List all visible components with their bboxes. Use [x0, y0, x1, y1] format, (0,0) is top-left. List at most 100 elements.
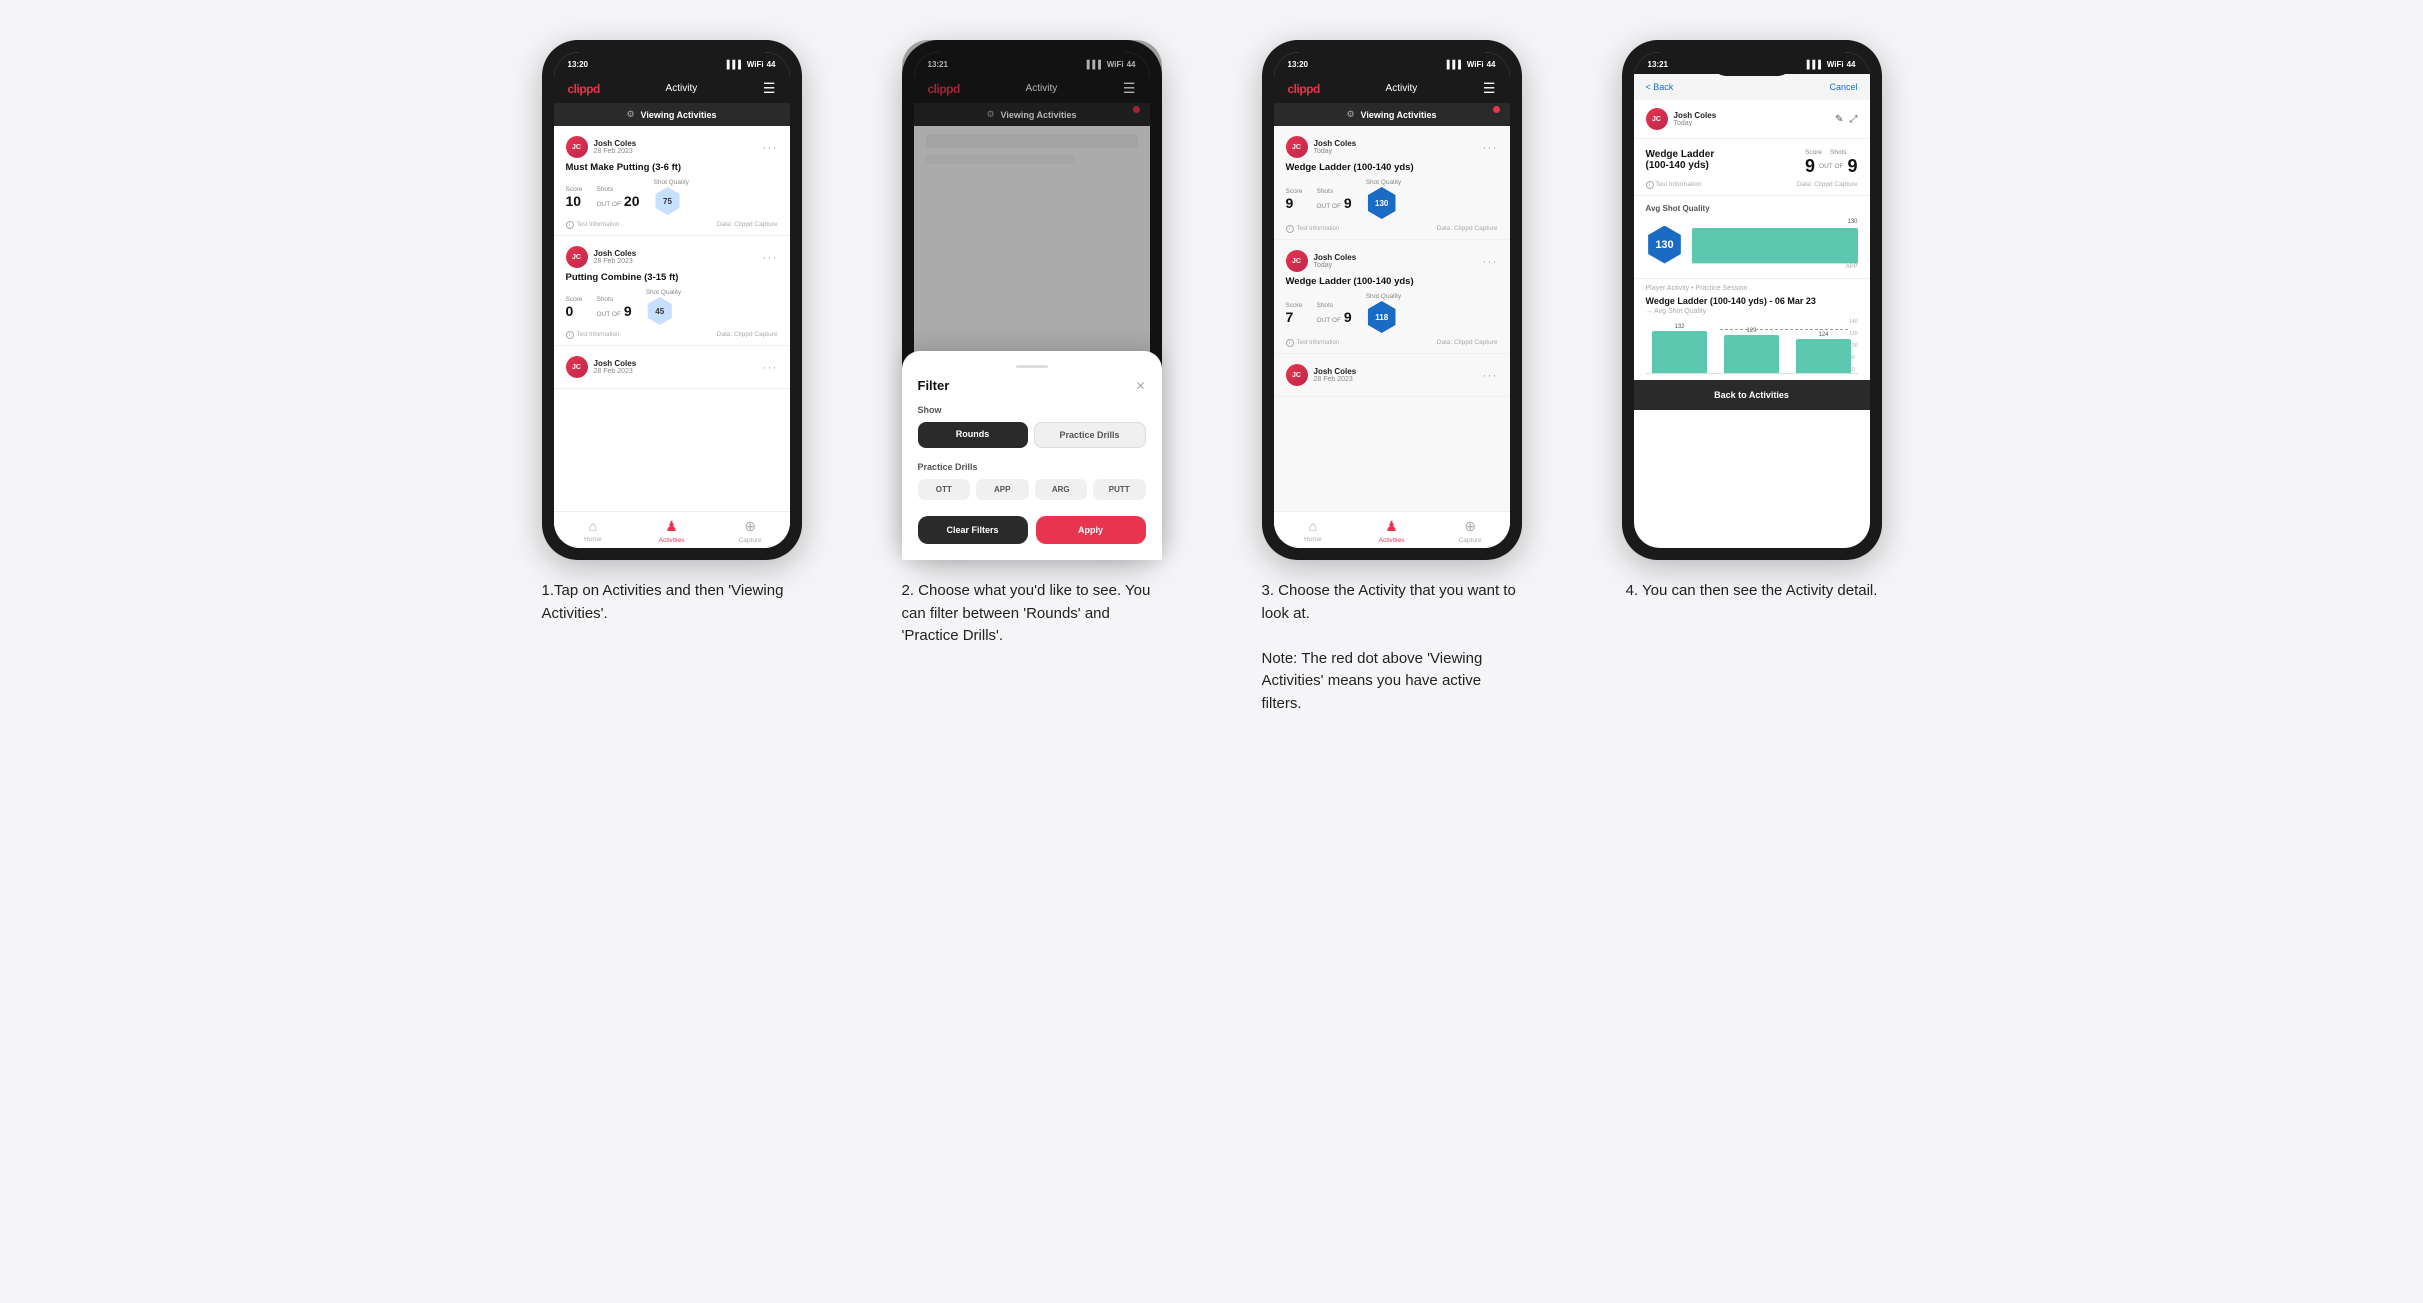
- nav-logo-3: clippd: [1288, 82, 1320, 96]
- card-dots-3-1[interactable]: ···: [1483, 140, 1498, 154]
- quality-label-3-1: Shot Quality: [1366, 179, 1401, 186]
- filter-sheet-2: Filter ✕ Show Rounds Practice Drills Pra…: [914, 351, 1150, 548]
- activity-card-1-1[interactable]: JC Josh Coles 28 Feb 2023 ··· Must Make …: [554, 126, 790, 236]
- bottom-nav-home-1[interactable]: ⌂ Home: [554, 512, 633, 548]
- page-container: 13:20 ▌▌▌ WiFi 44 clippd Activity ☰ ⚙: [512, 40, 1912, 715]
- card-title-1-2: Putting Combine (3-15 ft): [566, 272, 778, 283]
- red-dot-3: [1493, 106, 1500, 113]
- filter-icon-1: ⚙: [626, 109, 634, 120]
- cancel-btn-4[interactable]: Cancel: [1829, 82, 1857, 92]
- shots-value-1-1: 20: [624, 194, 640, 208]
- drill-ott-2[interactable]: OTT: [918, 479, 971, 500]
- detail-data-capture-4: Data: Clippd Capture: [1797, 181, 1858, 189]
- phone-2: 13:21 ▌▌▌ WiFi 44 clippd Activity ☰ ⚙: [902, 40, 1162, 560]
- detail-header-4: < Back Cancel: [1634, 74, 1870, 100]
- signal-icon-4: ▌▌▌: [1807, 60, 1824, 69]
- activities-icon-3: ♟: [1385, 518, 1398, 535]
- step-4-desc: 4. You can then see the Activity detail.: [1626, 580, 1878, 603]
- score-group-3-1: Score 9: [1286, 188, 1303, 210]
- drill-putt-2[interactable]: PUTT: [1093, 479, 1146, 500]
- card-dots-3-2[interactable]: ···: [1483, 254, 1498, 268]
- user-info-3-1: Josh Coles Today: [1314, 139, 1357, 155]
- detail-chart-section-4: Avg Shot Quality 130 130 APP: [1634, 196, 1870, 278]
- filter-handle-2: [1016, 365, 1048, 368]
- capture-label-3: Capture: [1459, 537, 1482, 544]
- shots-outof-3-2: OUT OF: [1316, 317, 1340, 324]
- viewing-bar-text-3: Viewing Activities: [1361, 110, 1437, 120]
- card-footer-1-2: i Test Information Data: Clippd Capture: [566, 331, 778, 339]
- quality-group-1-1: Shot Quality 75: [654, 179, 689, 215]
- bottom-nav-activities-1[interactable]: ♟ Activities: [632, 512, 711, 548]
- quality-hex-3-2: 118: [1366, 301, 1398, 333]
- user-date-3-1: Today: [1314, 148, 1357, 155]
- test-info-3-1: i Test Information: [1286, 225, 1340, 233]
- user-name-3-1: Josh Coles: [1314, 139, 1357, 148]
- filter-title-2: Filter: [918, 378, 950, 393]
- detail-user-name-4: Josh Coles: [1674, 111, 1717, 120]
- nav-menu-1[interactable]: ☰: [763, 80, 776, 97]
- data-info-3-1: Data: Clippd Capture: [1437, 225, 1498, 233]
- shots-group-1-1: Shots OUT OF 20: [596, 186, 639, 208]
- score-value-3-1: 9: [1286, 196, 1303, 210]
- phone-3-inner: 13:20 ▌▌▌ WiFi 44 clippd Activity ☰ ⚙: [1274, 52, 1510, 548]
- card-title-3-1: Wedge Ladder (100-140 yds): [1286, 162, 1498, 173]
- quality-group-3-1: Shot Quality 130: [1366, 179, 1401, 219]
- detail-mini-chart-4: 130 APP: [1692, 219, 1858, 270]
- bottom-nav-capture-3[interactable]: ⊕ Capture: [1431, 512, 1510, 548]
- activity-card-1-2[interactable]: JC Josh Coles 28 Feb 2023 ··· Putting Co…: [554, 236, 790, 346]
- show-toggle-row-2: Rounds Practice Drills: [918, 422, 1146, 448]
- detail-session-title-4: Wedge Ladder (100-140 yds) - 06 Mar 23: [1646, 296, 1858, 306]
- quality-hex-1-2: 45: [646, 297, 674, 325]
- step-2-desc: 2. Choose what you'd like to see. You ca…: [902, 580, 1162, 648]
- show-label-2: Show: [918, 405, 1146, 415]
- shots-outof-1-1: OUT OF: [596, 201, 620, 208]
- user-date-3-2: Today: [1314, 262, 1357, 269]
- activity-card-3-3[interactable]: JC Josh Coles 28 Feb 2023 ···: [1274, 354, 1510, 397]
- drills-label-2: Practice Drills: [918, 462, 1146, 472]
- card-dots-1-3[interactable]: ···: [763, 360, 778, 374]
- drill-arg-2[interactable]: ARG: [1035, 479, 1088, 500]
- bottom-nav-home-3[interactable]: ⌂ Home: [1274, 512, 1353, 548]
- card-dots-1-1[interactable]: ···: [763, 140, 778, 154]
- detail-title-section-4: Wedge Ladder(100-140 yds) Score Shots 9 …: [1634, 139, 1870, 196]
- back-btn-4[interactable]: < Back: [1646, 82, 1674, 92]
- nav-title-1: Activity: [666, 83, 698, 94]
- score-label-1-1: Score: [566, 186, 583, 193]
- score-group-1-1: Score 10: [566, 186, 583, 208]
- detail-shots-val-4: 9: [1847, 156, 1857, 177]
- viewing-bar-3[interactable]: ⚙ Viewing Activities: [1274, 103, 1510, 126]
- drill-app-2[interactable]: APP: [976, 479, 1029, 500]
- expand-icon-4[interactable]: ⤢: [1850, 114, 1858, 125]
- mini-bar-4: [1692, 228, 1858, 263]
- clear-filters-btn-2[interactable]: Clear Filters: [918, 516, 1028, 544]
- nav-menu-3[interactable]: ☰: [1483, 80, 1496, 97]
- bottom-nav-capture-1[interactable]: ⊕ Capture: [711, 512, 790, 548]
- activity-card-3-2[interactable]: JC Josh Coles Today ··· Wedge Ladder (10…: [1274, 240, 1510, 354]
- viewing-bar-1[interactable]: ⚙ Viewing Activities: [554, 103, 790, 126]
- battery-icon-4: 44: [1847, 60, 1856, 69]
- user-name-1-2: Josh Coles: [594, 249, 637, 258]
- bottom-nav-activities-3[interactable]: ♟ Activities: [1352, 512, 1431, 548]
- filter-close-2[interactable]: ✕: [1135, 379, 1145, 393]
- quality-group-1-2: Shot Quality 45: [646, 289, 681, 325]
- activity-card-1-3[interactable]: JC Josh Coles 28 Feb 2023 ···: [554, 346, 790, 389]
- rounds-btn-2[interactable]: Rounds: [918, 422, 1028, 448]
- card-title-1-1: Must Make Putting (3-6 ft): [566, 162, 778, 173]
- shots-group-3-2: Shots OUT OF 9: [1316, 302, 1351, 324]
- user-info-1-1: Josh Coles 28 Feb 2023: [594, 139, 637, 155]
- practice-drills-btn-2[interactable]: Practice Drills: [1034, 422, 1146, 448]
- shots-group-1-2: Shots OUT OF 9: [596, 296, 631, 318]
- wifi-icon-1: WiFi: [747, 60, 764, 69]
- bar-group-1: 132: [1646, 324, 1714, 373]
- edit-icon-4[interactable]: ✎: [1835, 114, 1843, 125]
- phone-3-content: JC Josh Coles Today ··· Wedge Ladder (10…: [1274, 126, 1510, 511]
- activity-card-3-1[interactable]: JC Josh Coles Today ··· Wedge Ladder (10…: [1274, 126, 1510, 240]
- time-1: 13:20: [568, 60, 588, 69]
- card-dots-3-3[interactable]: ···: [1483, 368, 1498, 382]
- apply-btn-2[interactable]: Apply: [1036, 516, 1146, 544]
- card-dots-1-2[interactable]: ···: [763, 250, 778, 264]
- user-info-3-2: Josh Coles Today: [1314, 253, 1357, 269]
- back-activities-btn-4[interactable]: Back to Activities: [1634, 380, 1870, 410]
- step-4-col: 13:21 ▌▌▌ WiFi 44 < Back Cancel JC: [1592, 40, 1912, 715]
- phone-1-content: JC Josh Coles 28 Feb 2023 ··· Must Make …: [554, 126, 790, 511]
